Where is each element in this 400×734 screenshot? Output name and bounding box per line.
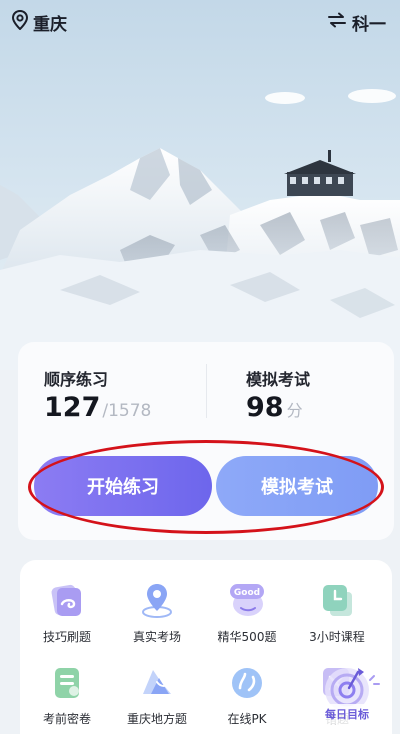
practice-card: 顺序练习 127 /1578 模拟考试 98 分 开始练习 模拟考试 (18, 342, 394, 540)
mock-exam-label: 模拟考试 (246, 370, 311, 389)
subject-label: 科一 (352, 14, 386, 35)
daily-goal-widget[interactable]: 每日目标 (308, 660, 386, 734)
daily-goal-label: 每日目标 (316, 704, 378, 724)
snow-mountain-illustration (0, 0, 400, 370)
grid-item-pre-exam-paper[interactable]: 考前密卷 (24, 642, 110, 726)
daily-goal-icon (325, 668, 380, 712)
grid-item-essence-500[interactable]: Good 精华500题 (204, 560, 290, 644)
grid-item-real-exam-room[interactable]: 真实考场 (114, 560, 200, 644)
grid-item-skill-practice[interactable]: 技巧刷题 (24, 560, 110, 644)
location-selector[interactable]: 重庆 (11, 9, 67, 35)
local-map-icon (137, 662, 177, 702)
swap-arrows-icon (328, 12, 346, 32)
sequential-done-count: 127 (44, 392, 101, 423)
skill-card-icon (47, 580, 87, 620)
good-badge-icon: Good (227, 580, 267, 620)
sequential-practice-label: 顺序练习 (44, 370, 109, 389)
start-practice-button[interactable]: 开始练习 (34, 456, 212, 516)
grid-item-online-pk[interactable]: 在线PK (204, 642, 290, 726)
mock-exam-score-unit: 分 (286, 401, 303, 420)
pk-icon (227, 662, 267, 702)
sequential-progress: 127 /1578 (44, 392, 151, 423)
sequential-practice-stat[interactable]: 顺序练习 127 /1578 (18, 342, 208, 434)
hero-banner (0, 0, 400, 370)
grid-label: 在线PK (227, 712, 267, 726)
clock-icon (317, 580, 357, 620)
mock-exam-button[interactable]: 模拟考试 (216, 456, 378, 516)
map-pin-icon (137, 580, 177, 620)
location-pin-icon (11, 9, 29, 34)
grid-item-3-hour-course[interactable]: 3小时课程 (294, 560, 380, 644)
subject-switcher[interactable]: 科一 (328, 10, 386, 35)
svg-text:Good: Good (234, 588, 260, 598)
location-label: 重庆 (33, 14, 67, 35)
sequential-total-count: /1578 (102, 401, 152, 421)
stats-divider (206, 364, 207, 418)
mock-exam-score: 98 分 (246, 392, 303, 423)
grid-item-local-questions[interactable]: 重庆地方题 (114, 642, 200, 726)
mock-exam-stat[interactable]: 模拟考试 98 分 (208, 342, 394, 434)
exam-paper-icon (47, 662, 87, 702)
mock-exam-score-number: 98 (246, 392, 284, 423)
stats-row: 顺序练习 127 /1578 模拟考试 98 分 (18, 342, 394, 434)
top-bar: 重庆 科一 (0, 0, 400, 44)
grid-label: 考前密卷 (42, 712, 91, 726)
grid-label: 重庆地方题 (126, 712, 187, 726)
